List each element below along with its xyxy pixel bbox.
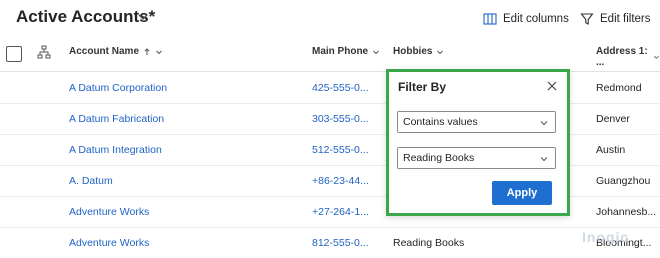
account-name-link[interactable]: A Datum Integration — [69, 144, 162, 156]
chevron-down-icon — [540, 121, 548, 126]
chevron-down-icon — [654, 55, 660, 59]
main-phone-header-label: Main Phone — [312, 46, 369, 57]
select-all-checkbox[interactable] — [6, 46, 22, 62]
column-header-address[interactable]: Address 1: ... — [596, 46, 660, 68]
filter-value-selected: Reading Books — [403, 152, 475, 164]
edit-filters-label: Edit filters — [600, 13, 651, 25]
address-cell: Denver — [596, 113, 630, 125]
account-name-link[interactable]: Adventure Works — [69, 237, 149, 249]
account-name-link[interactable]: A. Datum — [69, 175, 113, 187]
chevron-down-icon — [540, 157, 548, 162]
address-cell: Austin — [596, 144, 626, 156]
main-phone-link[interactable]: 512-555-0... — [312, 144, 369, 156]
view-title[interactable]: Active Accounts* — [16, 7, 155, 27]
filter-operator-value: Contains values — [403, 116, 478, 128]
main-phone-link[interactable]: 303-555-0... — [312, 113, 369, 125]
main-phone-link[interactable]: 425-555-0... — [312, 82, 369, 94]
edit-columns-label: Edit columns — [503, 13, 569, 25]
main-phone-link[interactable]: +27-264-1... — [312, 206, 369, 218]
chevron-down-icon — [373, 50, 379, 54]
column-header-account-name[interactable]: Account Name — [69, 46, 163, 57]
account-name-link[interactable]: Adventure Works — [69, 206, 149, 218]
filter-operator-select[interactable]: Contains values — [397, 111, 556, 133]
table-row[interactable]: Adventure Works 812-555-0... Reading Boo… — [0, 227, 660, 258]
main-phone-link[interactable]: 812-555-0... — [312, 237, 369, 249]
chevron-down-icon[interactable] — [136, 10, 150, 24]
columns-icon — [483, 13, 497, 25]
filter-by-title: Filter By — [398, 80, 447, 94]
account-name-link[interactable]: A Datum Corporation — [69, 82, 167, 94]
address-cell: Redmond — [596, 82, 642, 94]
column-header-hobbies[interactable]: Hobbies — [393, 46, 444, 57]
funnel-icon — [580, 13, 594, 25]
column-header-main-phone[interactable]: Main Phone — [312, 46, 380, 57]
close-icon[interactable] — [546, 80, 558, 92]
chevron-down-icon — [437, 50, 444, 54]
account-name-header-label: Account Name — [69, 46, 140, 57]
hobbies-header-label: Hobbies — [393, 46, 433, 57]
address-cell: Johannesb... — [596, 206, 657, 218]
filter-by-popup: Filter By Contains values Reading Books … — [386, 69, 570, 216]
main-phone-link[interactable]: +86-23-44... — [312, 175, 369, 187]
sort-up-arrow-icon — [144, 47, 150, 55]
account-name-link[interactable]: A Datum Fabrication — [69, 113, 164, 125]
chevron-down-icon — [156, 50, 162, 54]
hobbies-cell: Reading Books — [393, 237, 465, 249]
edit-columns-button[interactable]: Edit columns — [483, 12, 569, 26]
filter-value-select[interactable]: Reading Books — [397, 147, 556, 169]
apply-button[interactable]: Apply — [492, 181, 552, 205]
watermark-logo: Inogic — [582, 229, 630, 245]
hierarchy-icon[interactable] — [37, 45, 51, 59]
edit-filters-button[interactable]: Edit filters — [580, 12, 651, 26]
address-header-label: Address 1: ... — [596, 46, 648, 68]
address-cell: Guangzhou — [596, 175, 651, 187]
